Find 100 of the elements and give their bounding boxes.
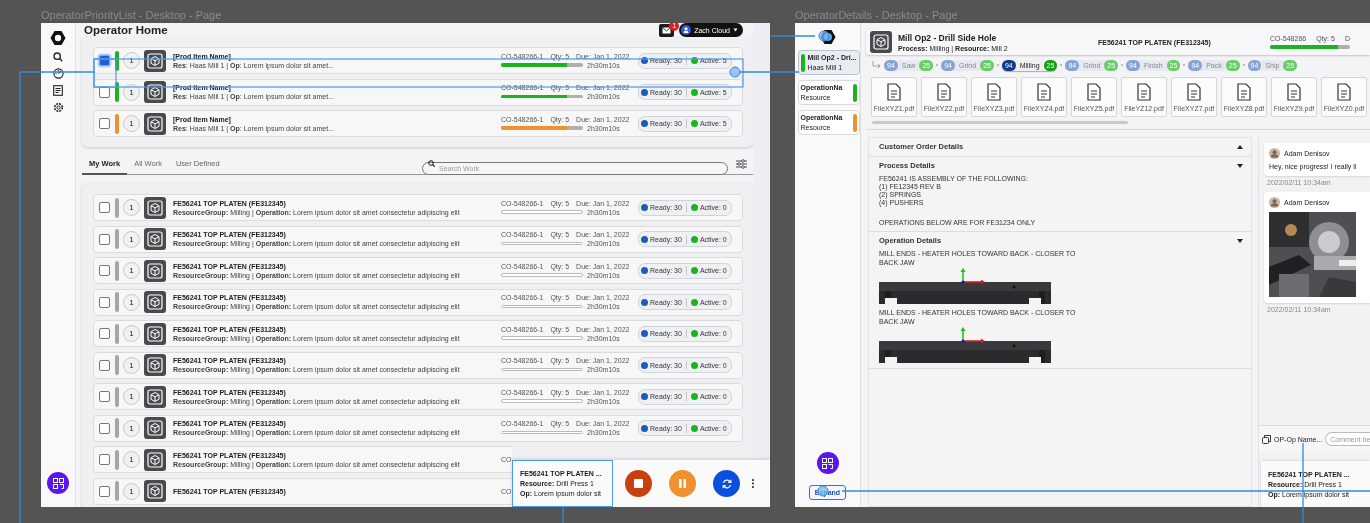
mail-icon bbox=[662, 26, 672, 34]
status-dot-icon bbox=[641, 298, 648, 306]
document-icon bbox=[1286, 82, 1302, 101]
checkbox[interactable] bbox=[99, 55, 110, 66]
checkbox[interactable] bbox=[99, 391, 110, 402]
logo-icon bbox=[50, 30, 66, 46]
gauge-icon bbox=[52, 68, 64, 79]
status-dot-icon bbox=[641, 57, 648, 64]
filter-icon bbox=[736, 158, 747, 169]
connector-line bbox=[738, 71, 800, 73]
position-number: 1 bbox=[123, 482, 140, 500]
operation-title: Mill Op2 - Drill Side Hole bbox=[898, 32, 998, 43]
status-dot-icon bbox=[641, 361, 648, 369]
checkbox[interactable] bbox=[99, 454, 110, 465]
document-icon bbox=[1136, 82, 1152, 101]
status-dot-icon bbox=[641, 235, 648, 243]
checkbox[interactable] bbox=[99, 328, 110, 339]
cube-icon bbox=[144, 112, 166, 135]
document-icon bbox=[936, 82, 952, 101]
qr-code-icon bbox=[822, 457, 833, 469]
position-number: 1 bbox=[123, 262, 140, 279]
cube-icon bbox=[144, 385, 166, 408]
user-icon bbox=[681, 25, 692, 35]
checkbox[interactable] bbox=[99, 86, 110, 98]
cube-icon bbox=[144, 448, 166, 471]
status-dot-icon bbox=[690, 235, 698, 243]
status-dot-icon bbox=[641, 393, 648, 400]
status-dot-icon bbox=[690, 267, 698, 274]
document-icon bbox=[1236, 82, 1252, 101]
cube-icon bbox=[144, 49, 166, 72]
page-title: Operator Home bbox=[84, 24, 168, 36]
status-dot-icon bbox=[641, 88, 648, 96]
position-number: 1 bbox=[123, 199, 140, 216]
checkbox[interactable] bbox=[99, 422, 110, 434]
checkbox[interactable] bbox=[99, 485, 110, 497]
cube-icon bbox=[144, 480, 166, 502]
return-arrow-icon bbox=[872, 61, 881, 69]
status-dot-icon bbox=[641, 424, 648, 432]
position-number: 1 bbox=[123, 356, 140, 374]
status-dot-icon bbox=[690, 57, 698, 64]
avatar-icon bbox=[1269, 148, 1280, 159]
document-icon bbox=[886, 82, 902, 101]
qr-code-icon bbox=[52, 477, 64, 489]
checkbox[interactable] bbox=[99, 296, 110, 308]
qr-code-button[interactable] bbox=[816, 452, 839, 474]
status-dot-icon bbox=[690, 120, 698, 127]
position-number: 1 bbox=[123, 419, 140, 437]
checkbox[interactable] bbox=[99, 118, 110, 129]
pause-icon bbox=[678, 479, 687, 488]
status-dot-icon bbox=[690, 88, 698, 96]
cube-icon bbox=[144, 417, 166, 439]
hotspot-marker bbox=[818, 30, 830, 42]
position-number: 1 bbox=[123, 230, 140, 248]
cube-icon bbox=[144, 354, 166, 376]
attachment-icon bbox=[1262, 434, 1271, 444]
cube-icon bbox=[144, 322, 166, 345]
hotspot-marker bbox=[729, 66, 741, 78]
status-dot-icon bbox=[690, 298, 698, 306]
search-icon bbox=[53, 52, 63, 62]
position-number: 1 bbox=[123, 325, 140, 342]
qr-code-button[interactable] bbox=[47, 472, 69, 494]
cube-icon bbox=[144, 259, 166, 282]
cube-icon bbox=[144, 291, 166, 313]
cube-icon bbox=[144, 196, 166, 219]
position-number: 1 bbox=[123, 115, 140, 132]
status-dot-icon bbox=[690, 393, 698, 400]
document-icon bbox=[1336, 82, 1352, 101]
document-icon bbox=[1186, 82, 1202, 101]
cube-icon bbox=[144, 228, 166, 250]
document-icon bbox=[53, 85, 63, 96]
position-number: 1 bbox=[123, 451, 140, 468]
document-icon bbox=[986, 82, 1002, 101]
status-dot-icon bbox=[690, 361, 698, 369]
status-dot-icon bbox=[641, 330, 648, 337]
status-dot-icon bbox=[641, 204, 648, 211]
avatar-icon bbox=[1269, 197, 1280, 208]
connector-line bbox=[770, 35, 816, 37]
status-dot-icon bbox=[641, 120, 648, 127]
checkbox[interactable] bbox=[99, 233, 110, 245]
checkbox[interactable] bbox=[99, 265, 110, 276]
stop-icon bbox=[634, 479, 643, 488]
status-dot-icon bbox=[690, 424, 698, 432]
status-dot-icon bbox=[690, 204, 698, 211]
document-icon bbox=[1036, 82, 1052, 101]
pause-button[interactable] bbox=[669, 470, 696, 497]
stop-button[interactable] bbox=[625, 470, 652, 497]
position-number: 1 bbox=[123, 293, 140, 311]
checkbox[interactable] bbox=[99, 202, 110, 213]
sync-icon bbox=[721, 478, 732, 489]
checkbox[interactable] bbox=[99, 359, 110, 371]
caret-icon bbox=[733, 28, 738, 32]
document-icon bbox=[1086, 82, 1102, 101]
status-dot-icon bbox=[690, 330, 698, 337]
sync-button[interactable] bbox=[713, 470, 740, 497]
cube-icon bbox=[144, 81, 166, 103]
settings-icon bbox=[52, 102, 64, 113]
status-dot-icon bbox=[641, 267, 648, 274]
search-icon bbox=[428, 160, 435, 167]
connector-line bbox=[562, 506, 564, 523]
position-number: 1 bbox=[123, 388, 140, 405]
